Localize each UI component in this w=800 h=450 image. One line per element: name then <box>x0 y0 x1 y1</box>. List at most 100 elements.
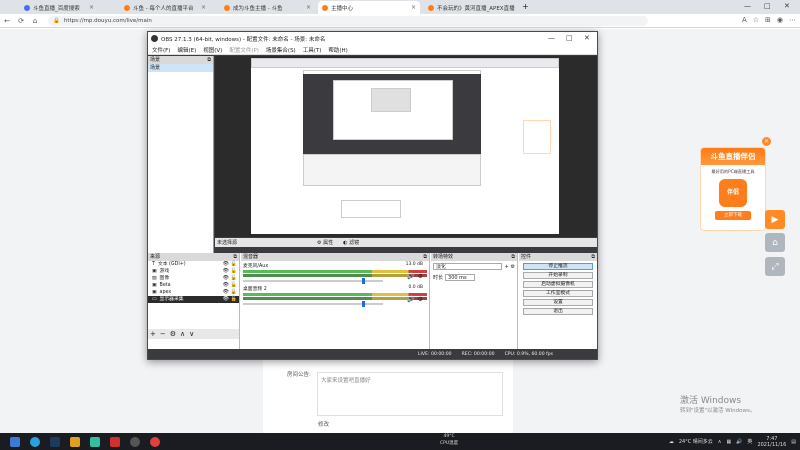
tab-douyu[interactable]: 斗鱼 - 每个人的直播平台 × <box>120 1 210 14</box>
menu-file[interactable]: 文件(F) <box>152 46 170 54</box>
close-icon[interactable]: × <box>201 4 206 11</box>
visibility-icon[interactable]: 👁 <box>223 268 229 275</box>
undock-icon[interactable]: ⧉ <box>423 253 427 261</box>
properties-button[interactable]: ⚙ 属性 <box>317 239 333 246</box>
expand-icon[interactable]: ⤢ <box>765 257 785 276</box>
visibility-icon[interactable]: 👁 <box>223 275 229 282</box>
lock-icon[interactable]: 🔓 <box>231 275 237 282</box>
notice-textarea[interactable]: 大家来设置吧直播好 <box>317 372 503 416</box>
ime-indicator[interactable]: 英 <box>747 438 752 445</box>
menu-profile[interactable]: 配置文件(P) <box>229 46 259 54</box>
tab-become-streamer[interactable]: 成为斗鱼主播 - 斗鱼 × <box>220 1 315 14</box>
menu-edit[interactable]: 编辑(E) <box>177 46 196 54</box>
fader-knob[interactable] <box>362 301 365 307</box>
notification-icon[interactable]: ▤ <box>791 439 796 445</box>
filters-button[interactable]: ◐ 滤镜 <box>343 239 359 246</box>
menu-tools[interactable]: 工具(T) <box>303 46 322 54</box>
favorite-icon[interactable]: ☆ <box>753 16 759 24</box>
exit-button[interactable]: 退出 <box>523 308 593 315</box>
close-icon[interactable]: × <box>762 137 771 146</box>
source-item[interactable]: ▣ 游戏 👁 🔓 <box>148 268 239 275</box>
start-virtual-camera-button[interactable]: 启动虚拟摄像机 <box>523 281 593 288</box>
obs-taskbar-icon[interactable] <box>130 436 140 447</box>
remove-icon[interactable]: − <box>160 330 166 338</box>
netease-icon[interactable] <box>150 436 160 447</box>
stop-streaming-button[interactable]: 停止推流 <box>523 263 593 270</box>
clock[interactable]: 7:47 2021/11/16 <box>757 436 786 448</box>
scene-item[interactable]: 场景 <box>148 64 213 72</box>
read-aloud-icon[interactable]: A <box>742 16 747 24</box>
source-item[interactable]: ▨ 图像 👁 🔓 <box>148 275 239 282</box>
steam-icon[interactable] <box>50 436 60 447</box>
add-icon[interactable]: + <box>150 330 156 338</box>
weather-text[interactable]: 24°C 晴间多云 <box>679 438 713 445</box>
windows-start-icon[interactable] <box>10 436 20 447</box>
close-icon[interactable]: ✕ <box>784 2 790 10</box>
gear-icon[interactable]: ⚙ <box>418 273 423 280</box>
visibility-icon[interactable]: 👁 <box>223 296 229 303</box>
home-icon[interactable]: ⌂ <box>765 233 785 252</box>
app-icon[interactable] <box>90 436 100 447</box>
profile-icon[interactable]: ◉ <box>777 16 783 24</box>
settings-button[interactable]: 设置 <box>523 299 593 306</box>
source-item[interactable]: T 文本 (GDI+) 👁 🔓 <box>148 261 239 268</box>
move-down-icon[interactable]: ∨ <box>189 330 194 338</box>
tab-apex[interactable]: 不会玩的》黄河直播_APEX直播 × <box>424 1 516 14</box>
minimize-icon[interactable]: — <box>548 34 555 42</box>
more-icon[interactable]: ⋯ <box>789 16 796 24</box>
lock-icon[interactable]: 🔓 <box>231 268 237 275</box>
lock-icon[interactable]: 🔓 <box>231 261 237 268</box>
volume-icon[interactable]: 🔊 <box>736 439 742 445</box>
gear-icon[interactable]: ⚙ <box>418 296 423 303</box>
lock-icon[interactable]: 🔓 <box>231 296 237 303</box>
network-icon[interactable]: ▦ <box>726 439 731 445</box>
refresh-icon[interactable]: ⟳ <box>14 17 28 25</box>
close-icon[interactable]: × <box>306 4 311 11</box>
move-up-icon[interactable]: ∧ <box>180 330 185 338</box>
modify-button[interactable]: 修改 <box>318 420 348 430</box>
back-icon[interactable]: ← <box>0 17 14 25</box>
maximize-icon[interactable]: □ <box>566 34 573 42</box>
collections-icon[interactable]: ⊞ <box>765 16 771 24</box>
game-icon[interactable] <box>110 436 120 447</box>
maximize-icon[interactable]: □ <box>764 2 771 10</box>
close-icon[interactable]: × <box>411 4 416 11</box>
undock-icon[interactable]: ⧉ <box>233 253 237 261</box>
lock-icon[interactable]: 🔓 <box>231 282 237 289</box>
minimize-icon[interactable]: — <box>744 2 751 10</box>
promo-widget[interactable]: 斗鱼直播伴侣 最好用的PC端直播工具 伴侣 立即下载 <box>700 147 766 231</box>
promo-download-button[interactable]: 立即下载 <box>715 211 751 220</box>
source-item-selected[interactable]: ▭ 显示器采集 👁 🔓 <box>148 296 239 303</box>
visibility-icon[interactable]: 👁 <box>223 261 229 268</box>
duration-field[interactable]: 300 ms <box>445 274 476 281</box>
visibility-icon[interactable]: 👁 <box>223 282 229 289</box>
visibility-icon[interactable]: 👁 <box>223 289 229 296</box>
transition-select[interactable]: 淡化 <box>433 263 503 270</box>
url-field[interactable]: 🔒 https://mp.douyu.com/live/main <box>48 15 648 26</box>
menu-scene-collection[interactable]: 场景集合(S) <box>266 46 296 54</box>
undock-icon[interactable]: ⧉ <box>511 253 515 261</box>
edge-icon[interactable] <box>30 436 40 447</box>
volume-fader[interactable] <box>243 301 383 307</box>
folder-icon[interactable] <box>70 436 80 447</box>
menu-help[interactable]: 帮助(H) <box>328 46 347 54</box>
close-icon[interactable]: ✕ <box>584 34 590 42</box>
undock-icon[interactable]: ⧉ <box>591 253 595 261</box>
source-item[interactable]: ▣ apex 👁 🔓 <box>148 289 239 296</box>
close-icon[interactable]: × <box>89 4 94 11</box>
menu-view[interactable]: 视图(V) <box>203 46 222 54</box>
start-recording-button[interactable]: 开始录制 <box>523 272 593 279</box>
volume-fader[interactable] <box>243 278 383 284</box>
tab-streamer-center[interactable]: 主播中心 × <box>318 1 420 14</box>
gear-icon[interactable]: ⚙ <box>170 330 176 338</box>
speaker-icon[interactable]: 🔊 <box>407 273 414 280</box>
speaker-icon[interactable]: 🔊 <box>407 296 414 303</box>
source-item[interactable]: ▣ Beta 👁 🔓 <box>148 282 239 289</box>
new-tab-button[interactable]: + <box>522 2 529 11</box>
chevron-up-icon[interactable]: ∧ <box>718 439 722 445</box>
studio-mode-button[interactable]: 工作室模式 <box>523 290 593 297</box>
undock-icon[interactable]: ⧉ <box>207 56 211 64</box>
lock-icon[interactable]: 🔓 <box>231 289 237 296</box>
gear-icon[interactable]: ⚙ <box>511 264 515 270</box>
home-icon[interactable]: ⌂ <box>28 17 42 25</box>
